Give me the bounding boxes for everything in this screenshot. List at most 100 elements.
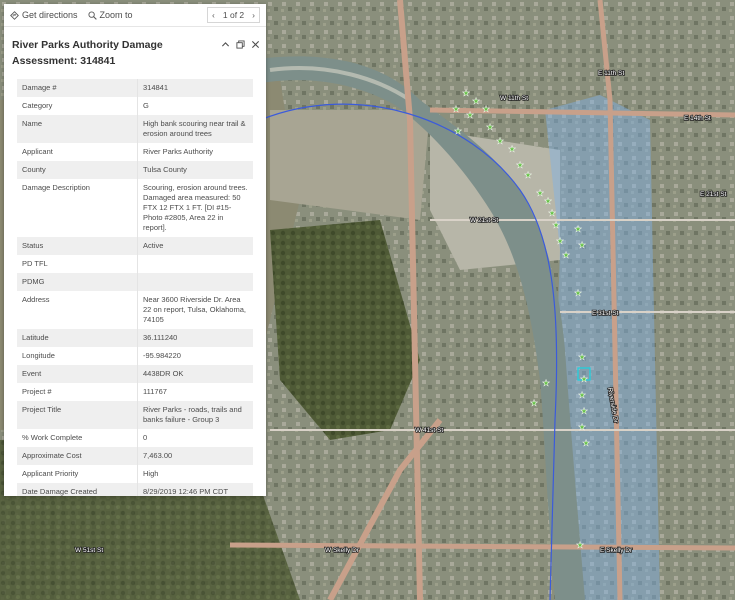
attribute-row: PDMG [17, 273, 253, 291]
damage-marker-icon[interactable]: ★ [576, 540, 584, 550]
attribute-value: 4438DR OK [143, 369, 184, 378]
attribute-value: River Parks Authority [143, 147, 214, 156]
attribute-row: Damage Description Scouring, erosion arou… [17, 179, 253, 237]
damage-marker-icon[interactable]: ★ [578, 240, 586, 250]
zoom-to-label: Zoom to [99, 10, 133, 20]
damage-marker-icon[interactable]: ★ [536, 188, 544, 198]
label-w-41st: W 41st St [415, 427, 443, 434]
label-e-31st: E 31st St [592, 310, 619, 317]
label-e-21st: E 21st St [700, 191, 727, 198]
attribute-value: 111767 [143, 387, 167, 396]
damage-marker-icon[interactable]: ★ [486, 122, 494, 132]
attribute-row: Applicant Priority High [17, 465, 253, 483]
damage-marker-icon[interactable]: ★ [508, 144, 516, 154]
attribute-row: Damage # 314841 [17, 79, 253, 97]
attribute-key: Approximate Cost [17, 447, 138, 465]
attribute-key: PDMG [17, 273, 138, 291]
get-directions-button[interactable]: Get directions [10, 10, 78, 20]
next-feature-icon[interactable]: › [248, 8, 259, 22]
attribute-value: -95.984220 [143, 351, 181, 360]
damage-marker-icon[interactable]: ★ [578, 390, 586, 400]
label-w-51st: W 51st St [75, 547, 103, 554]
attribute-key: Status [17, 237, 138, 255]
previous-feature-icon[interactable]: ‹ [208, 8, 219, 22]
label-w-11th: W 11th St [500, 95, 528, 102]
attribute-row: Longitude -95.984220 [17, 347, 253, 365]
label-e-skelly: E Skelly Dr [600, 547, 633, 554]
damage-marker-icon[interactable]: ★ [544, 196, 552, 206]
damage-marker-icon[interactable]: ★ [530, 398, 538, 408]
damage-marker-icon[interactable]: ★ [580, 374, 588, 384]
damage-marker-icon[interactable]: ★ [472, 96, 480, 106]
label-e-14th: E 14th St [684, 115, 711, 122]
popup-toolbar: Get directions Zoom to ‹ 1 of 2 › [4, 4, 266, 27]
attribute-value: Tulsa County [143, 165, 187, 174]
damage-marker-icon[interactable]: ★ [578, 352, 586, 362]
damage-marker-icon[interactable]: ★ [482, 104, 490, 114]
attribute-row: Project Title River Parks - roads, trails… [17, 401, 253, 429]
attribute-value: River Parks - roads, trails and banks fa… [143, 405, 242, 424]
zoom-to-button[interactable]: Zoom to [87, 10, 133, 20]
attribute-value: Active [143, 241, 164, 250]
attribute-key: County [17, 161, 138, 179]
attribute-value: Near 3600 Riverside Dr. Area 22 on repor… [143, 295, 246, 324]
attribute-key: Damage Description [17, 179, 138, 237]
label-w-21st: W 21st St [470, 217, 498, 224]
road-skelly [229, 542, 735, 551]
attribute-value: 0 [143, 433, 148, 442]
attribute-row: Address Near 3600 Riverside Dr. Area 22 o… [17, 291, 253, 329]
attribute-row: Status Active [17, 237, 253, 255]
damage-marker-icon[interactable]: ★ [548, 208, 556, 218]
directions-icon [10, 10, 19, 20]
attribute-key: Damage # [17, 79, 138, 97]
attribute-value: Scouring, erosion around trees. Damaged … [143, 183, 248, 232]
collapse-icon[interactable] [221, 40, 230, 69]
damage-marker-icon[interactable]: ★ [578, 422, 586, 432]
pager-text: 1 of 2 [222, 10, 245, 20]
damage-marker-icon[interactable]: ★ [574, 224, 582, 234]
attribute-key: Project Title [17, 401, 138, 429]
attribute-value [138, 273, 254, 291]
attribute-row: Applicant River Parks Authority [17, 143, 253, 161]
attribute-value: 314841 [143, 83, 169, 92]
popup-header: River Parks Authority Damage Assessment:… [4, 27, 266, 73]
damage-marker-icon[interactable]: ★ [516, 160, 524, 170]
zoom-icon [87, 10, 97, 20]
popup-title: River Parks Authority Damage Assessment:… [12, 39, 163, 67]
dock-icon[interactable] [236, 40, 245, 69]
damage-marker-icon[interactable]: ★ [452, 104, 460, 114]
feature-pager: ‹ 1 of 2 › [207, 7, 260, 23]
attribute-row: Latitude 36.111240 [17, 329, 253, 347]
attribute-key: Applicant Priority [17, 465, 138, 483]
damage-marker-icon[interactable]: ★ [552, 220, 560, 230]
attribute-key: Name [17, 115, 138, 143]
get-directions-label: Get directions [22, 10, 78, 20]
attribute-table: Damage # 314841 Category G Name High bank sco… [17, 79, 253, 496]
damage-marker-icon[interactable]: ★ [524, 170, 532, 180]
attribute-key: Latitude [17, 329, 138, 347]
damage-marker-icon[interactable]: ★ [466, 110, 474, 120]
damage-marker-icon[interactable]: ★ [580, 406, 588, 416]
damage-marker-icon[interactable]: ★ [556, 236, 564, 246]
attribute-row: Date Damage Created 8/29/2019 12:46 PM CD… [17, 483, 253, 496]
label-e-11th: E 11th St [598, 70, 624, 77]
damage-marker-icon[interactable]: ★ [542, 378, 550, 388]
popup-controls [221, 37, 260, 69]
damage-marker-icon[interactable]: ★ [496, 136, 504, 146]
attribute-row: Project # 111767 [17, 383, 253, 401]
damage-marker-icon[interactable]: ★ [562, 250, 570, 260]
attribute-row: Event 4438DR OK [17, 365, 253, 383]
attribute-value [138, 255, 254, 273]
damage-marker-icon[interactable]: ★ [454, 126, 462, 136]
attribute-key: Address [17, 291, 138, 329]
attribute-key: Applicant [17, 143, 138, 161]
damage-marker-icon[interactable]: ★ [574, 288, 582, 298]
attribute-key: Project # [17, 383, 138, 401]
feature-popup[interactable]: Get directions Zoom to ‹ 1 of 2 › River … [4, 4, 266, 496]
damage-marker-icon[interactable]: ★ [582, 438, 590, 448]
label-w-skelly: W Skelly Dr [325, 547, 360, 554]
damage-marker-icon[interactable]: ★ [462, 88, 470, 98]
attribute-key: Category [17, 97, 138, 115]
attribute-value: High [143, 469, 159, 478]
close-icon[interactable] [251, 40, 260, 69]
